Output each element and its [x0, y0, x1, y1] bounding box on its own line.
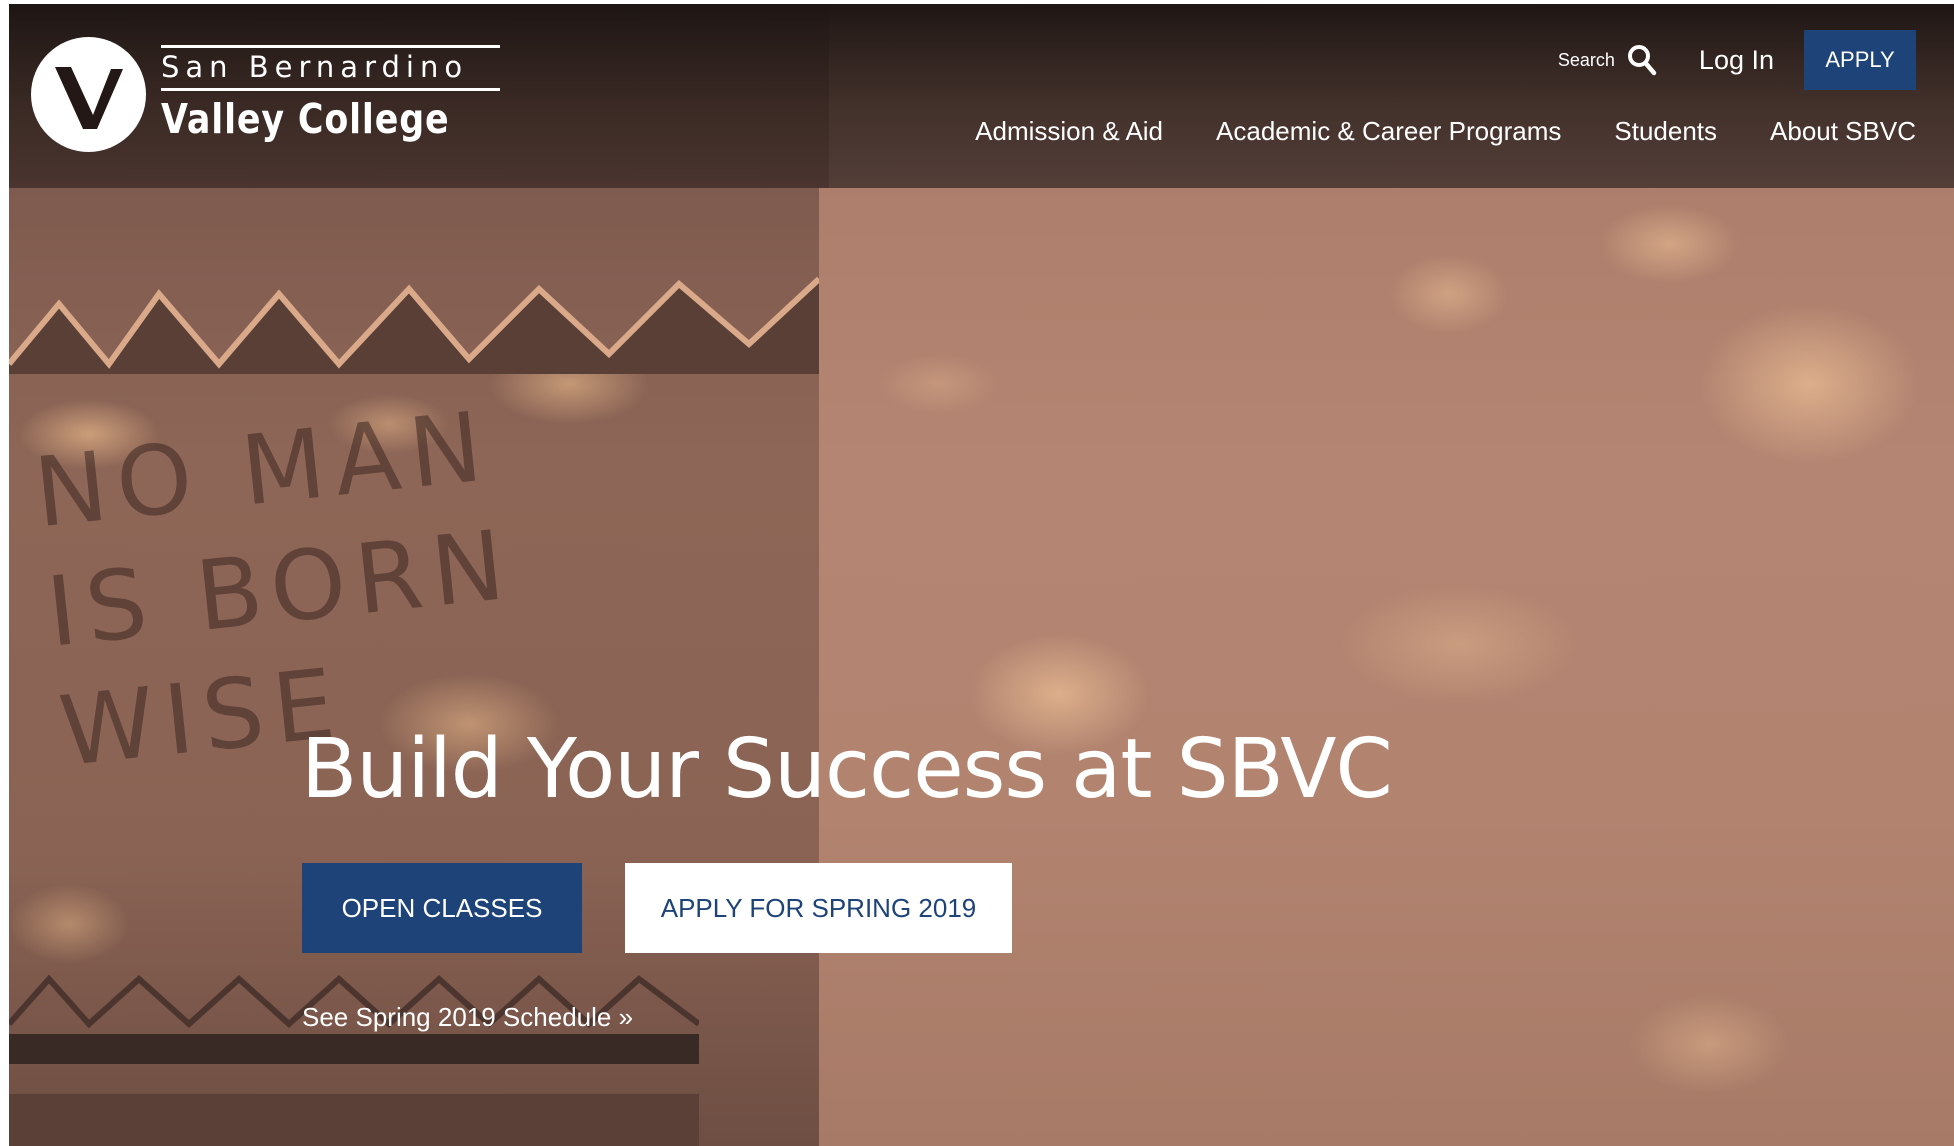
- utility-bar: Search Log In APPLY: [1558, 30, 1916, 90]
- apply-spring-button[interactable]: APPLY FOR SPRING 2019: [625, 863, 1012, 953]
- login-link[interactable]: Log In: [1699, 45, 1774, 76]
- search-icon: [1627, 45, 1657, 76]
- main-navigation: Admission & Aid Academic & Career Progra…: [922, 116, 1916, 147]
- logo-v-icon: [54, 66, 123, 129]
- nav-about-sbvc[interactable]: About SBVC: [1770, 116, 1916, 147]
- nav-academic-career-programs[interactable]: Academic & Career Programs: [1216, 116, 1561, 147]
- stone-ledge: [9, 1034, 699, 1064]
- hero-button-group: OPEN CLASSES APPLY FOR SPRING 2019: [302, 863, 1012, 953]
- logo-wordmark: San Bernardino Valley College: [161, 44, 501, 145]
- open-classes-button[interactable]: OPEN CLASSES: [302, 863, 582, 953]
- page: NO MAN IS BORN WISE San Bernardino Valle…: [9, 4, 1954, 1146]
- logo-line-2: Valley College: [161, 94, 450, 143]
- search-label: Search: [1557, 49, 1615, 70]
- hero-title: Build Your Success at SBVC: [301, 722, 1393, 817]
- stone-base: [9, 1094, 699, 1146]
- site-logo[interactable]: San Bernardino Valley College: [31, 37, 501, 152]
- apply-button[interactable]: APPLY: [1804, 30, 1916, 90]
- zigzag-ornament: [9, 276, 819, 374]
- logo-line-1: San Bernardino: [161, 44, 501, 91]
- logo-v-mark: [31, 37, 146, 152]
- spring-schedule-link[interactable]: See Spring 2019 Schedule »: [302, 1002, 633, 1033]
- search-button[interactable]: Search: [1558, 44, 1657, 76]
- nav-admission-aid[interactable]: Admission & Aid: [975, 116, 1163, 147]
- nav-students[interactable]: Students: [1614, 116, 1717, 147]
